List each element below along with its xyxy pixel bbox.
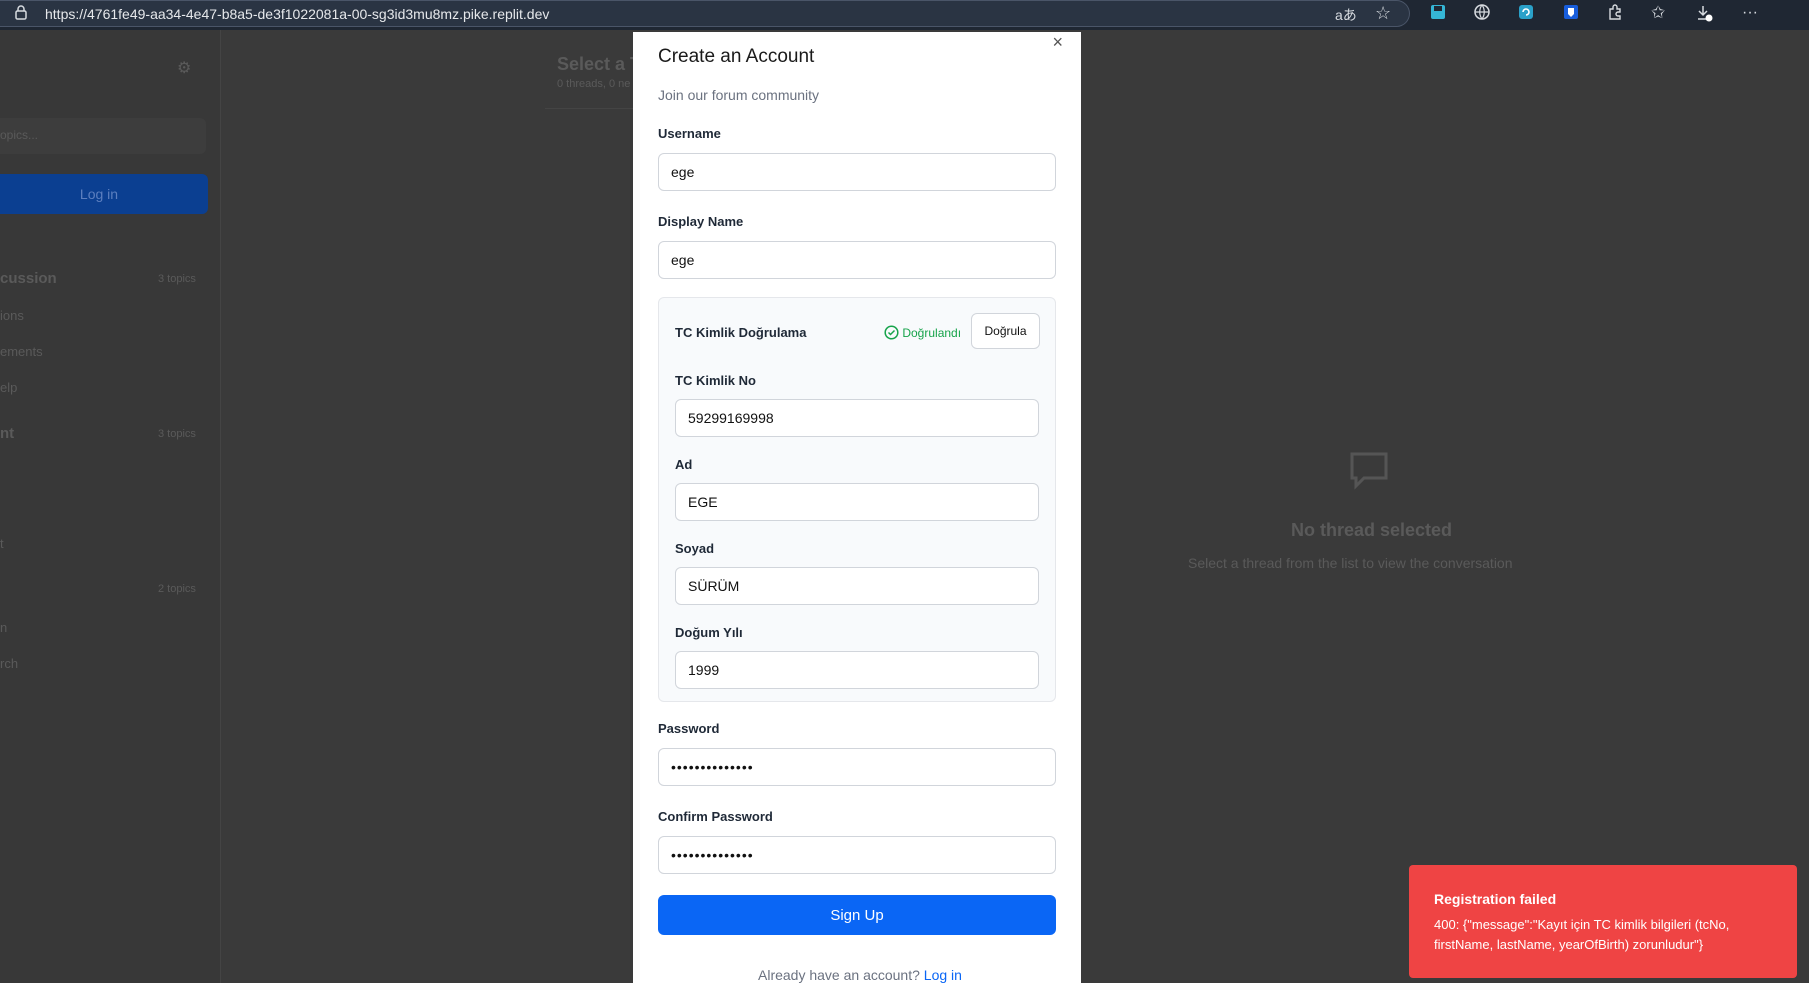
toast-message: 400: {"message":"Kayıt için TC kimlik bi… xyxy=(1434,917,1730,952)
last-name-label: Soyad xyxy=(675,541,715,556)
first-name-label: Ad xyxy=(675,457,693,472)
password-label: Password xyxy=(658,721,720,736)
login-link[interactable]: Log in xyxy=(924,967,962,983)
globe-icon[interactable] xyxy=(1474,4,1490,26)
close-icon[interactable]: × xyxy=(1052,32,1063,53)
favorites-icon[interactable]: ✩ xyxy=(1651,3,1665,23)
sidebar-login-button[interactable]: Log in xyxy=(0,174,208,214)
tc-no-input[interactable] xyxy=(675,399,1039,437)
username-input[interactable] xyxy=(658,153,1056,191)
check-circle-icon xyxy=(884,325,899,343)
url-text[interactable]: https://4761fe49-aa34-4e47-b8a5-de3f1022… xyxy=(45,6,549,22)
translate-icon[interactable]: aあ xyxy=(1335,5,1357,25)
birth-year-input[interactable] xyxy=(675,651,1039,689)
first-name-input[interactable] xyxy=(675,483,1039,521)
chat-bubble-icon xyxy=(1348,450,1390,495)
tc-verification-section: TC Kimlik Doğrulama Doğrulandı Doğrula T… xyxy=(658,297,1056,702)
sidebar-subitem[interactable]: ions xyxy=(0,308,24,323)
birth-year-label: Doğum Yılı xyxy=(675,625,743,640)
tc-no-label: TC Kimlik No xyxy=(675,373,756,388)
thread-list-meta: 0 threads, 0 ne xyxy=(557,78,631,90)
toast-title: Registration failed xyxy=(1434,891,1557,907)
password-input[interactable] xyxy=(658,748,1056,786)
verify-button[interactable]: Doğrula xyxy=(971,313,1040,349)
sidebar-search-input[interactable]: opics... xyxy=(0,118,206,154)
last-name-input[interactable] xyxy=(675,567,1039,605)
category-count: 3 topics xyxy=(158,273,196,285)
display-name-input[interactable] xyxy=(658,241,1056,279)
thread-list-title: Select a T xyxy=(557,54,642,74)
modal-title: Create an Account xyxy=(658,46,815,67)
favorite-star-icon[interactable]: ☆ xyxy=(1375,3,1391,23)
category-count: 3 topics xyxy=(158,428,196,440)
verified-text: Doğrulandı xyxy=(902,326,962,340)
confirm-password-input[interactable] xyxy=(658,836,1056,874)
username-label: Username xyxy=(658,126,721,141)
modal-subtitle: Join our forum community xyxy=(658,87,820,103)
error-toast[interactable]: Registration failed 400: {"message":"Kay… xyxy=(1409,865,1797,978)
empty-state-title: No thread selected xyxy=(1291,520,1453,540)
sidebar-subitem[interactable]: elp xyxy=(0,380,17,395)
bitwarden-icon[interactable] xyxy=(1563,4,1579,26)
create-account-modal: × Create an Account Join our forum commu… xyxy=(633,32,1081,983)
verified-status: Doğrulandı xyxy=(884,325,961,343)
category-title[interactable]: nt xyxy=(0,425,14,442)
category-count: 2 topics xyxy=(158,583,196,595)
refresh-extension-icon[interactable] xyxy=(1518,4,1534,26)
sidebar-subitem[interactable]: ements xyxy=(0,344,43,359)
already-text: Already have an account? xyxy=(758,967,920,983)
empty-state-subtitle: Select a thread from the list to view th… xyxy=(1188,555,1513,571)
browser-toolbar: https://4761fe49-aa34-4e47-b8a5-de3f1022… xyxy=(0,0,1809,30)
save-extension-icon[interactable] xyxy=(1430,4,1446,26)
tc-section-title: TC Kimlik Doğrulama xyxy=(675,325,807,340)
sidebar-subitem[interactable]: rch xyxy=(0,656,18,671)
login-prompt: Already have an account? Log in xyxy=(758,967,962,983)
settings-gear-icon[interactable]: ⚙ xyxy=(177,58,191,78)
confirm-password-label: Confirm Password xyxy=(658,809,773,824)
sign-up-button[interactable]: Sign Up xyxy=(658,895,1056,935)
sidebar: ⚙ opics... Log in cussion 3 topics ions … xyxy=(0,30,221,983)
extensions-icon[interactable] xyxy=(1607,4,1623,26)
more-menu-icon[interactable]: ··· xyxy=(1742,3,1758,23)
address-bar[interactable]: https://4761fe49-aa34-4e47-b8a5-de3f1022… xyxy=(0,0,1410,27)
search-placeholder: opics... xyxy=(0,128,39,142)
divider xyxy=(545,108,635,109)
category-title[interactable]: cussion xyxy=(0,270,57,287)
display-name-label: Display Name xyxy=(658,214,744,229)
downloads-icon[interactable] xyxy=(1695,4,1713,28)
lock-icon[interactable] xyxy=(14,4,28,26)
sidebar-subitem[interactable]: t xyxy=(0,536,4,551)
sidebar-subitem[interactable]: n xyxy=(0,620,7,635)
